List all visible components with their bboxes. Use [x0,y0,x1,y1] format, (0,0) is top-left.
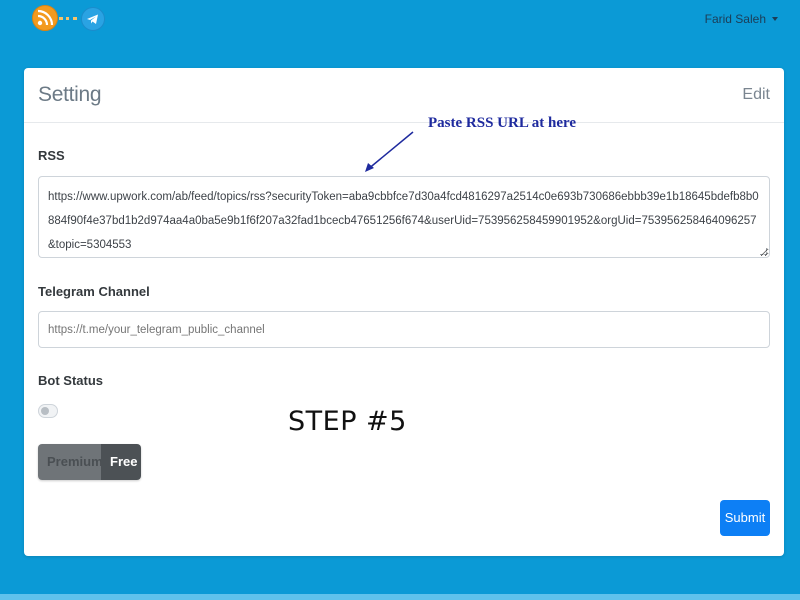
caret-down-icon [772,17,778,21]
connector-dots [59,17,77,23]
page-title: Setting [38,83,102,106]
annotation-text: Paste RSS URL at here [428,115,577,131]
rss-logo-icon[interactable] [32,5,58,31]
rss-label: RSS [38,148,65,163]
user-name: Farid Saleh [704,12,766,26]
user-menu[interactable]: Farid Saleh [705,12,778,26]
telegram-logo-icon[interactable] [81,7,105,31]
rss-url-value: https://www.upwork.com/ab/feed/topics/rs… [48,191,759,251]
card-header: Setting Edit [24,68,784,123]
top-navbar: Farid Saleh [0,0,800,40]
bottom-strip [0,594,800,600]
bot-status-label: Bot Status [38,373,103,388]
edit-link[interactable]: Edit [742,86,770,104]
rss-icon [37,9,54,26]
step-label: STEP #5 [288,406,407,437]
bot-status-toggle[interactable] [38,404,58,418]
telegram-channel-label: Telegram Channel [38,284,150,299]
plan-toggle-group: Premium Free [38,444,141,480]
premium-plan-button[interactable]: Premium [38,444,103,480]
annotation-arrow-icon [365,131,414,172]
resize-grip-icon[interactable] [760,248,767,255]
telegram-channel-input[interactable] [38,311,770,348]
rss-url-textarea[interactable]: https://www.upwork.com/ab/feed/topics/rs… [38,176,770,258]
submit-button[interactable]: Submit [720,500,770,536]
toggle-knob [41,407,49,415]
free-plan-button[interactable]: Free [101,444,141,480]
settings-card: Setting Edit Paste RSS URL at here RSS h… [24,68,784,556]
telegram-plane-icon [87,14,98,24]
